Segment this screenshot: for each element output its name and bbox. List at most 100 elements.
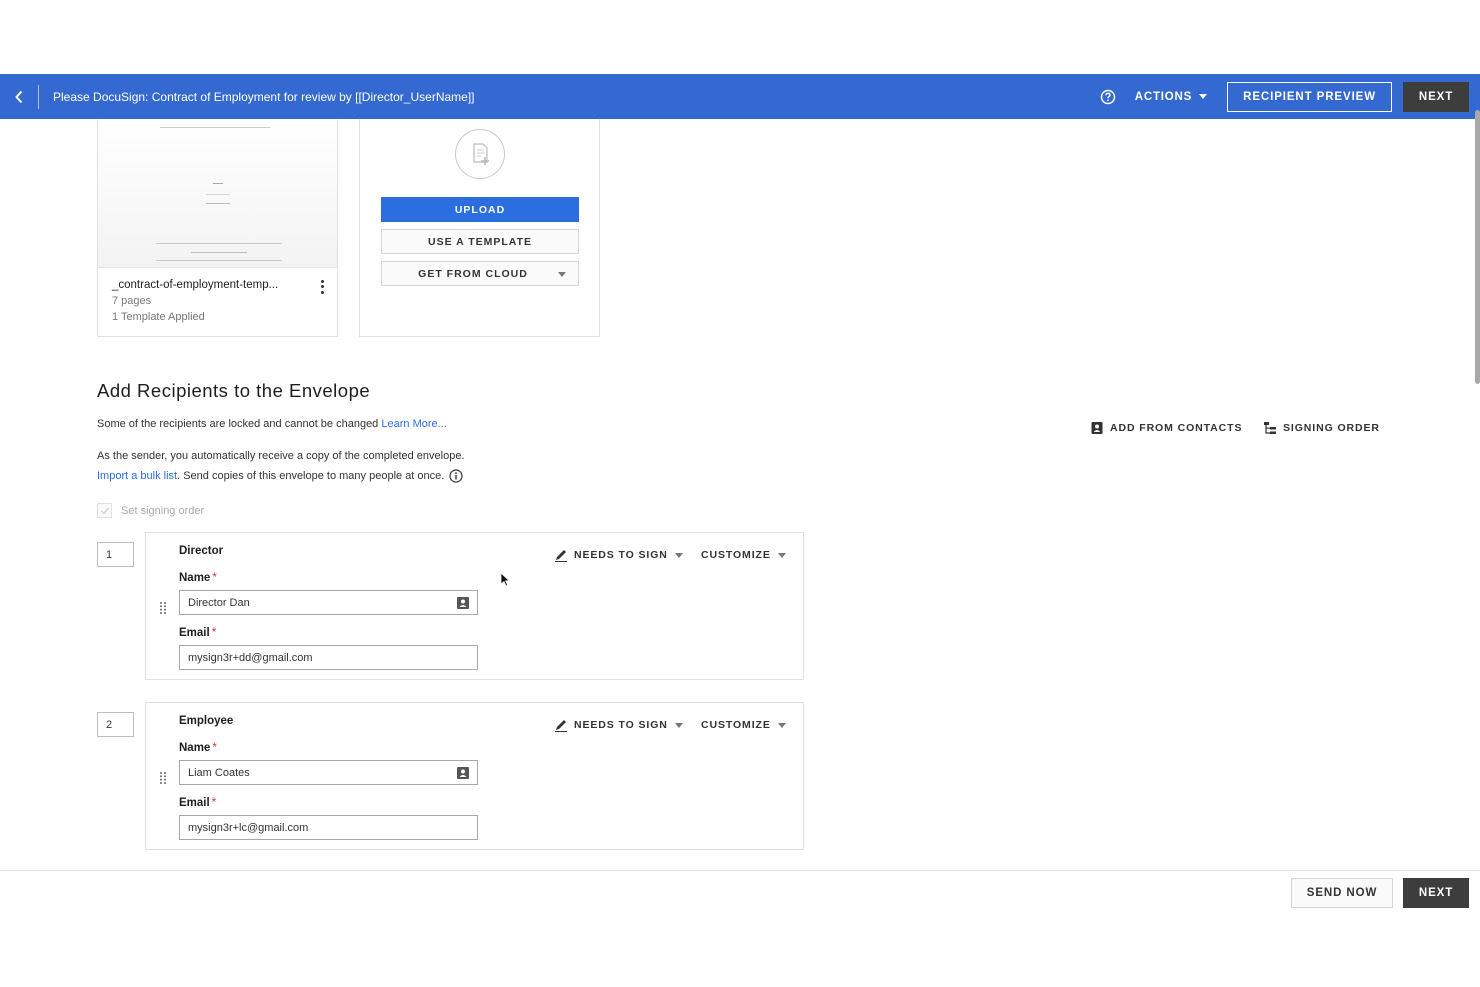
recipient-action-label: NEEDS TO SIGN [574, 719, 668, 731]
upload-button[interactable]: UPLOAD [381, 197, 579, 222]
thumbnail-line [156, 243, 282, 244]
kebab-dot [320, 285, 324, 289]
document-card: _contract-of-employment-temp... 7 pages … [97, 119, 338, 337]
import-bulk-list-link[interactable]: Import a bulk list [97, 470, 177, 482]
name-field-label: Name * [179, 572, 217, 584]
vertical-scrollbar[interactable] [1475, 110, 1480, 384]
help-circle-icon [1100, 89, 1116, 104]
recipient-preview-button[interactable]: RECIPIENT PREVIEW [1227, 81, 1392, 112]
email-field-label: Email * [179, 797, 216, 809]
chevron-left-icon [15, 90, 23, 103]
header-next-button[interactable]: NEXT [1403, 81, 1469, 112]
back-button[interactable] [0, 74, 38, 119]
recipient-action-label: NEEDS TO SIGN [574, 549, 668, 561]
contact-card-icon[interactable] [456, 766, 470, 780]
use-template-button[interactable]: USE A TEMPLATE [381, 229, 579, 254]
top-header-bar: Please DocuSign: Contract of Employment … [0, 74, 1480, 119]
add-from-contacts-label: ADD FROM CONTACTS [1110, 422, 1243, 434]
info-icon[interactable] [449, 469, 463, 483]
name-field-label: Name * [179, 742, 217, 754]
recipient-name-value: Liam Coates [188, 766, 250, 779]
drag-handle-icon[interactable] [159, 771, 167, 785]
set-signing-order-label: Set signing order [121, 504, 205, 517]
document-page-count: 7 pages [112, 295, 152, 307]
bulk-text: . Send copies of this envelope to many p… [177, 470, 445, 482]
get-from-cloud-label: GET FROM CLOUD [418, 267, 528, 280]
header-actions: ACTIONS RECIPIENT PREVIEW NEXT [1097, 74, 1469, 119]
footer-divider [0, 870, 1480, 871]
document-thumbnail[interactable] [98, 119, 337, 268]
recipient-role: Director [179, 545, 224, 557]
signing-order-label: SIGNING ORDER [1283, 422, 1380, 434]
document-template-info: 1 Template Applied [112, 311, 205, 323]
locked-recipients-note: Some of the recipients are locked and ca… [97, 418, 447, 430]
pen-icon [555, 720, 567, 732]
bulk-list-note: Import a bulk list. Send copies of this … [97, 469, 463, 483]
recipient-action-dropdown[interactable]: NEEDS TO SIGN [554, 548, 683, 562]
actions-label: ACTIONS [1134, 90, 1193, 103]
thumbnail-line [206, 203, 230, 204]
required-marker: * [212, 742, 217, 754]
thumbnail-line [213, 183, 223, 184]
document-name: _contract-of-employment-temp... [112, 279, 279, 291]
recipient-name-input[interactable]: Director Dan [179, 590, 478, 615]
caret-down-icon [558, 272, 566, 277]
name-label-text: Name [179, 572, 211, 584]
signing-order-button[interactable]: SIGNING ORDER [1263, 421, 1380, 435]
recipient-action-dropdown[interactable]: NEEDS TO SIGN [554, 718, 683, 732]
hierarchy-icon [1264, 422, 1276, 434]
sender-copy-note: As the sender, you automatically receive… [97, 450, 465, 462]
recipient-2-card: Employee NEEDS TO SIGN CUSTOMIZE Name * L… [145, 702, 804, 850]
recipient-role: Employee [179, 715, 234, 727]
footer-next-button[interactable]: NEXT [1403, 878, 1469, 908]
thumbnail-line [191, 252, 247, 253]
customize-label: CUSTOMIZE [701, 549, 771, 561]
envelope-title: Please DocuSign: Contract of Employment … [53, 89, 475, 104]
mouse-cursor-icon [500, 572, 510, 587]
recipient-email-value: mysign3r+dd@gmail.com [188, 651, 313, 664]
caret-down-icon [777, 722, 786, 728]
email-field-label: Email * [179, 627, 216, 639]
set-signing-order-option: Set signing order [97, 503, 204, 518]
locked-text: Some of the recipients are locked and ca… [97, 418, 379, 430]
set-signing-order-checkbox[interactable] [97, 503, 112, 518]
caret-down-icon [674, 552, 683, 558]
kebab-menu-icon [320, 280, 324, 284]
recipient-email-input[interactable]: mysign3r+lc@gmail.com [179, 815, 478, 840]
recipient-name-input[interactable]: Liam Coates [179, 760, 478, 785]
kebab-dot [320, 290, 324, 294]
recipient-email-value: mysign3r+lc@gmail.com [188, 821, 309, 834]
caret-down-icon [674, 722, 683, 728]
caret-down-icon [777, 552, 786, 558]
help-button[interactable] [1097, 86, 1119, 108]
recipient-email-input[interactable]: mysign3r+dd@gmail.com [179, 645, 478, 670]
customize-label: CUSTOMIZE [701, 719, 771, 731]
add-document-icon [455, 129, 505, 179]
thumbnail-line [156, 260, 282, 261]
drag-handle-icon[interactable] [159, 601, 167, 615]
email-label-text: Email [179, 797, 210, 809]
send-now-button[interactable]: SEND NOW [1291, 878, 1393, 908]
docusign-envelope-editor: Please DocuSign: Contract of Employment … [0, 0, 1480, 987]
name-label-text: Name [179, 742, 211, 754]
document-menu-button[interactable] [316, 278, 328, 296]
header-divider [38, 84, 39, 109]
thumbnail-line [206, 194, 230, 195]
customize-dropdown[interactable]: CUSTOMIZE [701, 549, 786, 561]
learn-more-link[interactable]: Learn More... [381, 418, 446, 430]
email-label-text: Email [179, 627, 210, 639]
caret-down-icon [1199, 94, 1208, 99]
recipient-1-order-input[interactable]: 1 [97, 542, 134, 567]
customize-dropdown[interactable]: CUSTOMIZE [701, 719, 786, 731]
required-marker: * [211, 797, 217, 809]
required-marker: * [211, 627, 217, 639]
actions-dropdown[interactable]: ACTIONS [1134, 90, 1208, 103]
upload-card: UPLOAD USE A TEMPLATE GET FROM CLOUD [359, 119, 600, 337]
add-from-contacts-button[interactable]: ADD FROM CONTACTS [1090, 421, 1242, 435]
thumbnail-line [160, 127, 270, 128]
recipient-2-order-input[interactable]: 2 [97, 712, 134, 737]
contact-card-icon [1091, 422, 1103, 434]
get-from-cloud-button[interactable]: GET FROM CLOUD [381, 261, 579, 286]
recipient-name-value: Director Dan [188, 596, 250, 609]
contact-card-icon[interactable] [456, 596, 470, 610]
